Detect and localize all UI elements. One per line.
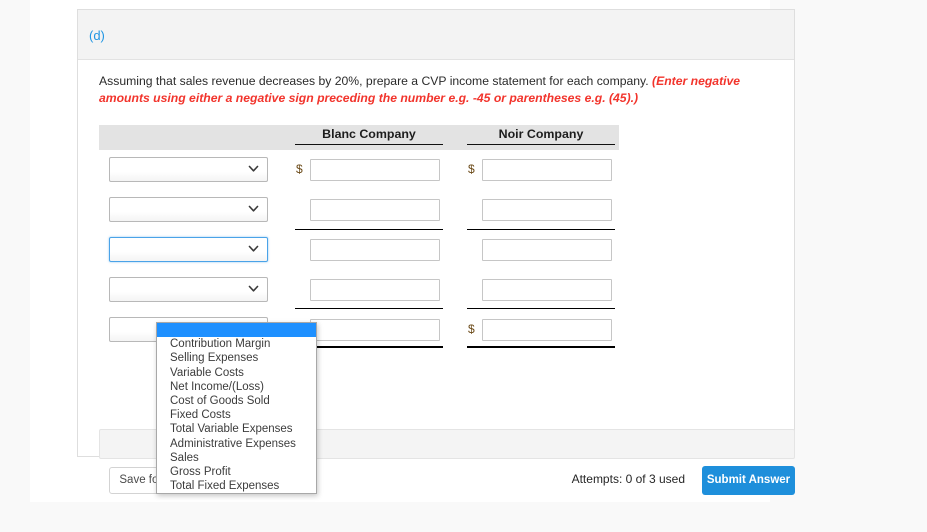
amount-input-noir-4[interactable]	[482, 279, 612, 301]
amount-input-blanc-3[interactable]	[310, 239, 440, 261]
subtotal-rule-blanc-4	[295, 308, 443, 309]
amount-input-blanc-2[interactable]	[310, 199, 440, 221]
instruction-text: Assuming that sales revenue decreases by…	[99, 73, 771, 107]
account-dropdown-list[interactable]: Contribution Margin Selling Expenses Varia…	[156, 322, 317, 495]
dropdown-option[interactable]: Total Fixed Expenses	[157, 479, 316, 493]
chevron-down-icon	[247, 242, 260, 255]
attempts-counter: Attempts: 0 of 3 used	[571, 472, 685, 486]
chevron-down-icon	[247, 202, 260, 215]
dropdown-option[interactable]: Gross Profit	[157, 465, 316, 479]
dropdown-option[interactable]: Sales	[157, 451, 316, 465]
dropdown-option[interactable]: Cost of Goods Sold	[157, 394, 316, 408]
dropdown-option[interactable]: Contribution Margin	[157, 337, 316, 351]
account-select-2[interactable]	[109, 197, 268, 222]
amount-input-blanc-4[interactable]	[310, 279, 440, 301]
table-row	[99, 270, 619, 310]
column-header-blanc: Blanc Company	[295, 127, 443, 145]
dollar-sign-noir-5: $	[468, 322, 475, 336]
cvp-income-statement-table: Blanc Company Noir Company $ $ $	[99, 125, 619, 350]
account-select-1[interactable]	[109, 157, 268, 182]
page-background: (d) Assuming that sales revenue decrease…	[30, 0, 795, 502]
dropdown-option-selected[interactable]	[157, 323, 316, 338]
dollar-sign-noir-1: $	[468, 162, 475, 176]
amount-input-blanc-1[interactable]	[310, 159, 440, 181]
amount-input-blanc-5[interactable]	[310, 319, 440, 341]
card-header: (d)	[78, 10, 794, 60]
question-card: (d) Assuming that sales revenue decrease…	[77, 9, 795, 495]
account-select-4[interactable]	[109, 277, 268, 302]
dropdown-option[interactable]: Total Variable Expenses	[157, 422, 316, 436]
dropdown-option[interactable]: Selling Expenses	[157, 351, 316, 365]
dropdown-option[interactable]: Variable Costs	[157, 366, 316, 380]
total-rule-blanc-5	[295, 346, 443, 348]
part-label: (d)	[89, 28, 105, 43]
amount-input-noir-2[interactable]	[482, 199, 612, 221]
dropdown-option[interactable]: Fixed Costs	[157, 408, 316, 422]
submit-answer-button[interactable]: Submit Answer	[702, 466, 795, 495]
chevron-down-icon	[247, 282, 260, 295]
column-header-noir: Noir Company	[467, 127, 615, 145]
table-row	[99, 230, 619, 270]
table-column-header-bar: Blanc Company Noir Company	[99, 125, 619, 150]
dollar-sign-blanc-1: $	[296, 162, 303, 176]
amount-input-noir-3[interactable]	[482, 239, 612, 261]
amount-input-noir-5[interactable]	[482, 319, 612, 341]
table-row: $ $	[99, 150, 619, 190]
dropdown-option[interactable]: Administrative Expenses	[157, 437, 316, 451]
instruction-main: Assuming that sales revenue decreases by…	[99, 74, 653, 88]
dropdown-option[interactable]: Net Income/(Loss)	[157, 380, 316, 394]
table-row	[99, 190, 619, 230]
subtotal-rule-noir-4	[467, 308, 615, 309]
amount-input-noir-1[interactable]	[482, 159, 612, 181]
total-rule-noir-5	[467, 346, 615, 348]
chevron-down-icon	[247, 162, 260, 175]
account-select-3[interactable]	[109, 237, 268, 262]
